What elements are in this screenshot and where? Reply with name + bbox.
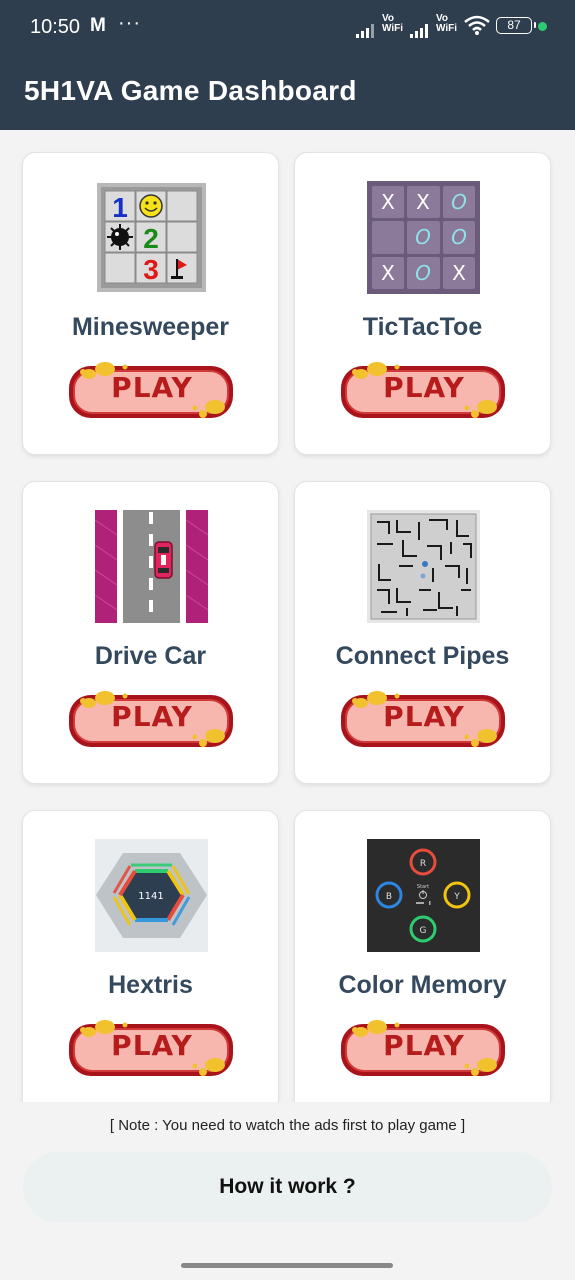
page-title: 5H1VA Game Dashboard — [24, 75, 357, 106]
color-memory-icon: R B Y G Start — [367, 839, 480, 952]
mine-cell-3: 3 — [143, 254, 159, 285]
ads-note: [ Note : You need to watch the ads first… — [109, 1117, 466, 1134]
battery-icon: 87 — [496, 17, 536, 34]
charging-dot-icon — [538, 22, 547, 31]
play-label: PLAY — [111, 1029, 193, 1062]
how-it-works-button[interactable]: How it work ? — [23, 1152, 552, 1222]
color-button-g: G — [420, 926, 427, 936]
minesweeper-icon: 1 2 3 — [97, 183, 206, 292]
status-time: 10:50 — [30, 16, 81, 38]
play-button-tictactoe[interactable]: PLAY — [339, 356, 509, 424]
play-button-connect-pipes[interactable]: PLAY — [339, 685, 509, 753]
drive-car-icon — [95, 510, 208, 623]
play-button-color-memory[interactable]: PLAY — [339, 1014, 509, 1082]
game-card-tictactoe: X X O O O X O X TicTacToe PLAY — [294, 152, 551, 455]
game-card-hextris: 1141 Hextris PLAY — [22, 810, 279, 1102]
play-label: PLAY — [111, 371, 193, 404]
vowifi-label-bottom: WiFi — [382, 23, 404, 34]
hextris-icon: 1141 — [95, 839, 208, 952]
game-card-drive-car: Drive Car PLAY — [22, 481, 279, 784]
ttt-cell: O — [451, 225, 467, 249]
status-bar: 10:50 M ··· Vo WiFi Vo WiFi 87 — [0, 0, 575, 56]
game-title: Minesweeper — [71, 313, 229, 341]
vowifi-label-bottom: WiFi — [436, 23, 458, 34]
color-memory-start: Start — [417, 884, 429, 890]
play-label: PLAY — [383, 371, 465, 404]
home-indicator[interactable] — [181, 1263, 393, 1268]
app-bar: 5H1VA Game Dashboard — [0, 56, 575, 130]
ttt-cell: X — [416, 190, 430, 214]
play-button-hextris[interactable]: PLAY — [67, 1014, 237, 1082]
game-title: TicTacToe — [362, 313, 483, 341]
ttt-cell: X — [381, 190, 395, 214]
game-card-minesweeper: 1 2 3 Minesweeper PLAY — [22, 152, 279, 455]
ttt-cell: X — [452, 261, 466, 285]
wifi-icon — [464, 15, 490, 35]
play-label: PLAY — [383, 700, 465, 733]
more-notifications-icon: ··· — [118, 12, 141, 34]
tictactoe-icon: X X O O O X O X — [367, 181, 480, 294]
color-button-y: Y — [453, 892, 460, 902]
mine-cell-2: 2 — [143, 223, 159, 254]
game-card-color-memory: R B Y G Start Color Memory PLAY — [294, 810, 551, 1102]
game-title: Drive Car — [94, 642, 207, 670]
mine-cell-1: 1 — [112, 192, 128, 223]
play-label: PLAY — [111, 700, 193, 733]
ttt-cell: O — [451, 190, 467, 214]
play-button-minesweeper[interactable]: PLAY — [67, 356, 237, 424]
ttt-cell: O — [415, 261, 431, 285]
ttt-cell: X — [381, 261, 395, 285]
game-grid[interactable]: 1 2 3 Minesweeper PLAY X X O O O X O X T… — [0, 130, 575, 1102]
play-button-drive-car[interactable]: PLAY — [67, 685, 237, 753]
game-card-connect-pipes: Connect Pipes PLAY — [294, 481, 551, 784]
game-title: Hextris — [108, 971, 193, 999]
color-button-r: R — [420, 859, 426, 869]
connect-pipes-icon — [367, 510, 480, 623]
game-title: Connect Pipes — [335, 642, 510, 670]
game-title: Color Memory — [338, 971, 507, 999]
ttt-cell: O — [415, 225, 431, 249]
play-label: PLAY — [383, 1029, 465, 1062]
mail-icon: M — [90, 15, 106, 36]
hextris-score: 1141 — [138, 891, 163, 902]
color-button-b: B — [386, 892, 392, 902]
